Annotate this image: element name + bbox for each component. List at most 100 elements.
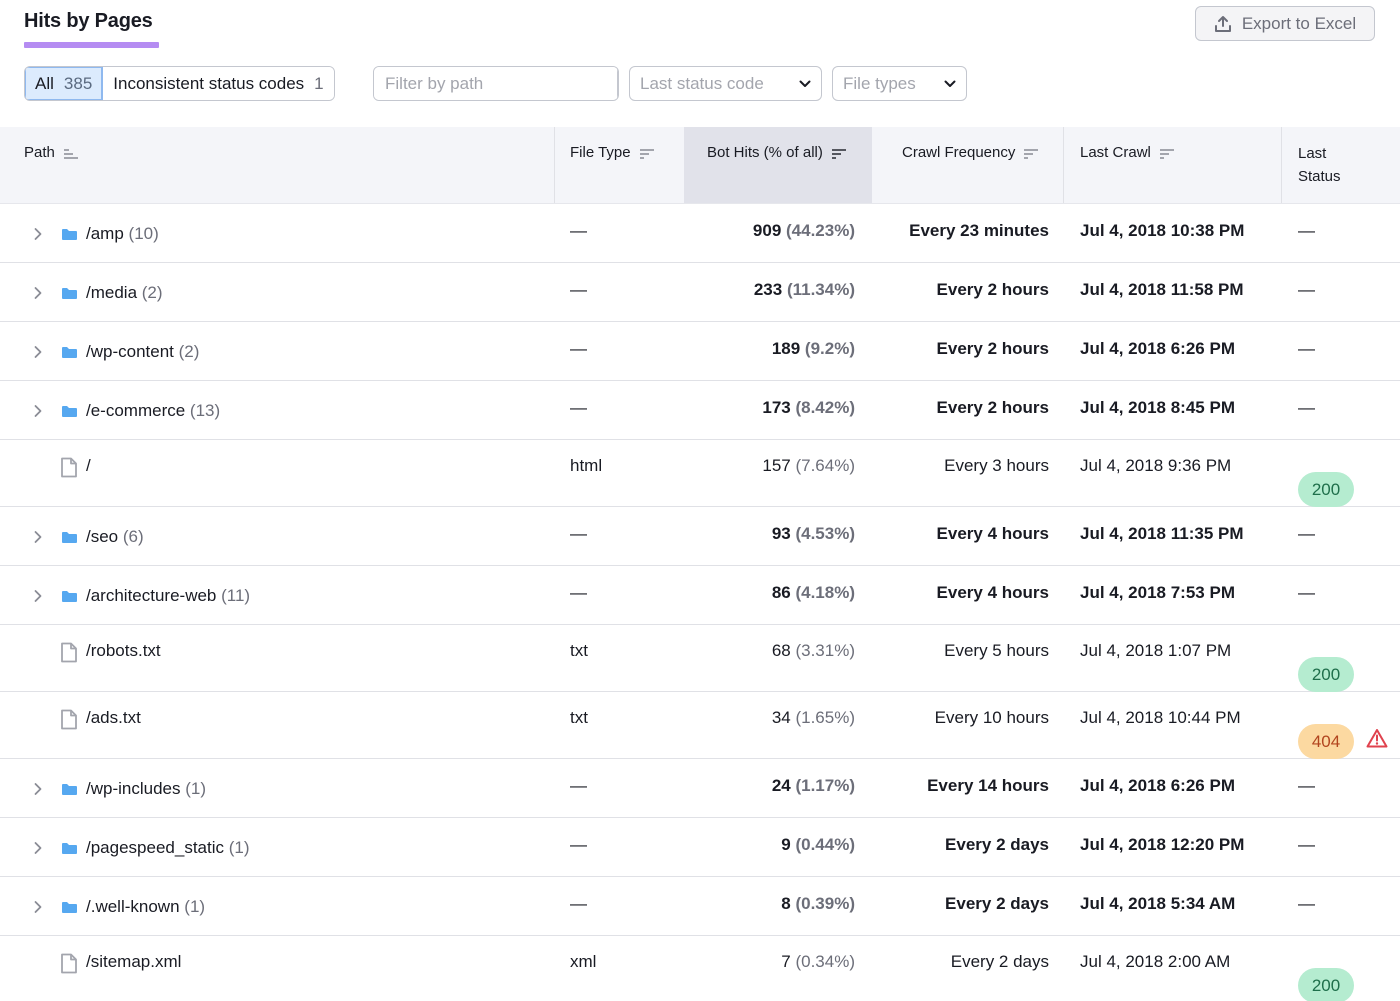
bot-hits-cell: 173 (8.42%) [762,398,855,418]
segment-inconsistent-status[interactable]: Inconsistent status codes 1 [103,67,334,100]
path-link[interactable]: /seo (6) [86,527,144,547]
path-text: /sitemap.xml [86,952,182,971]
status-empty: — [1298,835,1315,854]
segment-all-label: All [35,73,54,93]
warning-icon[interactable] [1366,728,1388,748]
segment-all[interactable]: All 385 [25,67,104,100]
table-row[interactable]: /robots.txt txt 68 (3.31%) Every 5 hours Jul… [0,625,1400,692]
chevron-down-icon [944,80,956,87]
path-link[interactable]: /sitemap.xml [86,952,181,972]
table-row[interactable]: /architecture-web (11) — 86 (4.18%) Every 4… [0,566,1400,625]
path-link[interactable]: /wp-content (2) [86,342,199,362]
table-row[interactable]: /wp-content (2) — 189 (9.2%) Every 2 hours J… [0,322,1400,381]
path-link[interactable]: /e-commerce (13) [86,401,220,421]
status-empty: — [1298,339,1315,358]
table-row[interactable]: / html 157 (7.64%) Every 3 hours Jul 4, 2018… [0,440,1400,507]
status-empty: — [1298,398,1315,417]
column-header-path[interactable]: Path [24,127,79,203]
path-child-count: (13) [189,401,221,420]
path-child-count: (10) [128,224,159,243]
column-header-last-status[interactable]: Last Status [1298,127,1341,203]
last-crawl-cell: Jul 4, 2018 2:00 AM [1080,952,1231,971]
path-link[interactable]: /ads.txt [86,708,141,728]
crawl-frequency-cell: Every 2 hours [936,280,1049,299]
path-child-count: (11) [221,586,251,605]
crawl-frequency-cell: Every 3 hours [944,456,1049,475]
column-header-file-type[interactable]: File Type [570,127,655,203]
expand-chevron-icon[interactable] [33,782,43,796]
bot-hits-percent: (4.53%) [795,524,855,543]
path-link[interactable]: / [86,456,91,476]
expand-chevron-icon[interactable] [33,589,43,603]
file-type-cell: — [570,894,587,913]
last-crawl-cell: Jul 4, 2018 5:34 AM [1080,894,1236,913]
last-crawl-cell: Jul 4, 2018 12:20 PM [1080,835,1245,854]
segment-all-count: 385 [63,73,93,93]
file-icon [61,709,77,730]
status-empty: — [1298,776,1315,795]
path-child-count: (1) [184,897,206,916]
path-link[interactable]: /wp-includes (1) [86,779,206,799]
export-to-excel-button[interactable]: Export to Excel [1195,6,1375,41]
table-row[interactable]: /.well-known (1) — 8 (0.39%) Every 2 days Ju… [0,877,1400,936]
status-segment-control: All 385 Inconsistent status codes 1 [24,66,335,101]
column-label-path: Path [24,144,55,161]
expand-chevron-icon[interactable] [33,227,43,241]
path-link[interactable]: /media (2) [86,283,163,303]
path-text: /e-commerce [86,401,186,420]
column-header-bot-hits[interactable]: Bot Hits (% of all) [684,127,872,203]
path-filter [373,66,619,101]
status-badge: 200 [1298,968,1354,1001]
path-link[interactable]: /architecture-web (11) [86,586,250,606]
bot-hits-cell: 233 (11.34%) [754,280,855,300]
table-row[interactable]: /media (2) — 233 (11.34%) Every 2 hours Jul … [0,263,1400,322]
bot-hits-percent: (11.34%) [786,280,855,299]
expand-chevron-icon[interactable] [33,286,43,300]
table-row[interactable]: /e-commerce (13) — 173 (8.42%) Every 2 hour… [0,381,1400,440]
path-child-count: (2) [178,342,200,361]
status-badge: 200 [1298,657,1354,692]
column-header-last-crawl[interactable]: Last Crawl [1080,127,1175,203]
filter-by-path-input[interactable] [374,67,617,100]
bot-hits-percent: (0.44%) [795,835,855,854]
file-type-cell: — [570,221,587,240]
expand-chevron-icon[interactable] [33,404,43,418]
file-types-dropdown[interactable]: File types [832,66,967,101]
status-empty: — [1298,524,1315,543]
table-row[interactable]: /seo (6) — 93 (4.53%) Every 4 hours Jul 4, 2… [0,507,1400,566]
status-empty: — [1298,221,1315,240]
file-icon [61,457,77,478]
last-crawl-cell: Jul 4, 2018 6:26 PM [1080,339,1235,358]
folder-icon [62,591,77,602]
path-link[interactable]: /robots.txt [86,641,161,661]
expand-chevron-icon[interactable] [33,345,43,359]
table-row[interactable]: /wp-includes (1) — 24 (1.17%) Every 14 hour… [0,759,1400,818]
path-link[interactable]: /amp (10) [86,224,159,244]
expand-chevron-icon[interactable] [33,841,43,855]
path-link[interactable]: /.well-known (1) [86,897,205,917]
file-type-cell: — [570,776,587,795]
table-row[interactable]: /pagespeed_static (1) — 9 (0.44%) Every 2 d… [0,818,1400,877]
crawl-frequency-cell: Every 2 days [945,835,1049,854]
last-status-code-dropdown[interactable]: Last status code [629,66,822,101]
bot-hits-cell: 7 (0.34%) [781,952,855,972]
folder-icon [62,902,77,913]
file-icon [61,953,77,974]
status-empty: — [1298,583,1315,602]
search-button[interactable] [617,67,618,100]
path-link[interactable]: /pagespeed_static (1) [86,838,250,858]
expand-chevron-icon[interactable] [33,900,43,914]
column-header-crawl-frequency[interactable]: Crawl Frequency [902,127,1039,203]
table-row[interactable]: /sitemap.xml xml 7 (0.34%) Every 2 days Jul … [0,936,1400,1001]
expand-chevron-icon[interactable] [33,530,43,544]
segment-inconsistent-count: 1 [314,73,324,93]
table-row[interactable]: /amp (10) — 909 (44.23%) Every 23 minutes Ju… [0,204,1400,263]
path-text: /pagespeed_static [86,838,224,857]
bot-hits-value: 189 [771,339,801,358]
table-row[interactable]: /ads.txt txt 34 (1.65%) Every 10 hours Jul 4… [0,692,1400,759]
column-divider [1281,127,1282,203]
bot-hits-cell: 86 (4.18%) [772,583,855,603]
path-text: /.well-known [86,897,180,916]
upload-icon [1214,15,1231,32]
bot-hits-percent: (0.39%) [795,894,855,913]
